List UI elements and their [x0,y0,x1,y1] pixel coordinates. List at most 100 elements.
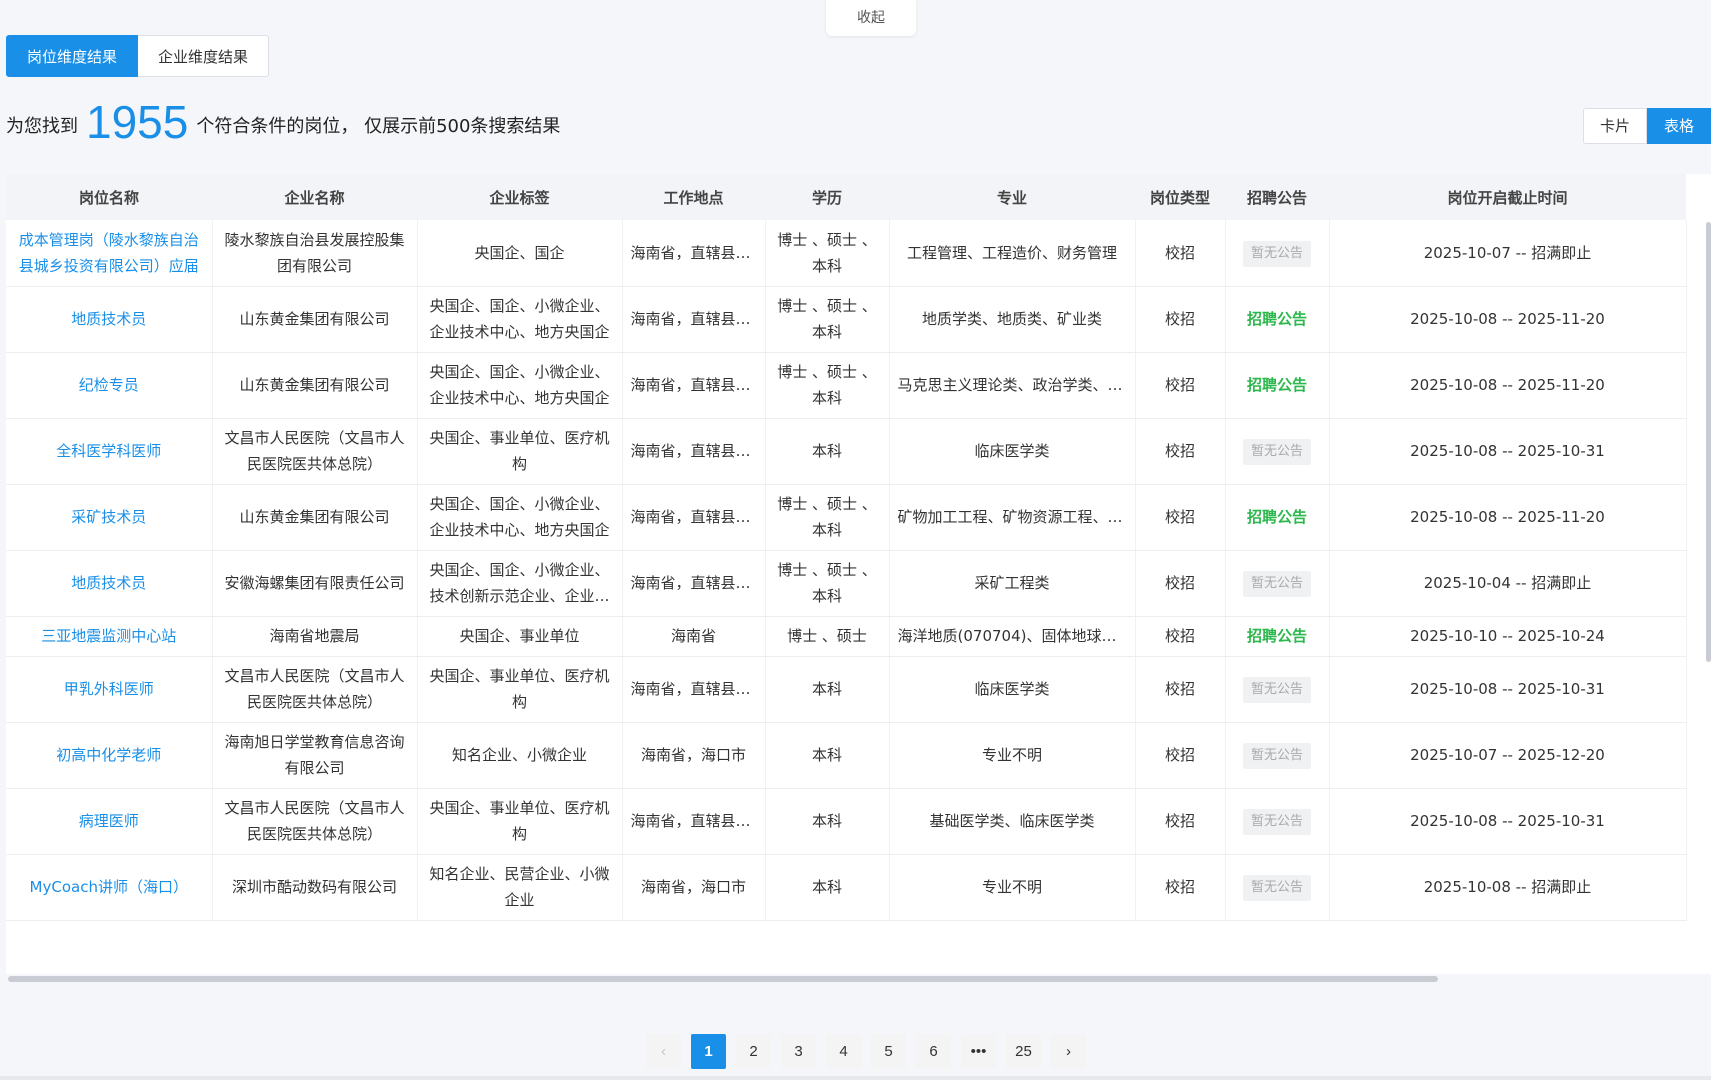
card-view-button[interactable]: 卡片 [1582,108,1647,144]
no-notice-badge: 暂无公告 [1242,875,1311,901]
page-button[interactable]: 1 [691,1034,726,1069]
table-row[interactable]: 三亚地震监测中心站 海南省地震局 央国企、事业单位 海南省 博士 、硕士 海洋地质(070… [6,616,1687,657]
position-name-link[interactable]: 地质技术员 [14,306,204,332]
company-text: 文昌市人民医院（文昌市人民医院医共体总院） [224,429,405,473]
major-cell: 临床医学类 [889,656,1136,723]
tab-company-dimension[interactable]: 企业维度结果 [138,35,270,77]
position-name-link[interactable]: 采矿技术员 [14,504,204,530]
table-row[interactable]: 成本管理岗（陵水黎族自治县城乡投资有限公司）应届 陵水黎族自治县发展控股集团有限公… [6,220,1687,287]
type-cell: 校招 [1135,656,1226,723]
table-row[interactable]: 全科医学科医师 文昌市人民医院（文昌市人民医院医共体总院） 央国企、事业单位、医疗机… [6,418,1687,485]
location-cell: 海南省，直辖县级行政区划 [622,484,766,551]
table-row[interactable]: 甲乳外科医师 文昌市人民医院（文昌市人民医院医共体总院） 央国企、事业单位、医疗机构… [6,656,1687,723]
major-text: 地质学类、地质类、矿业类 [921,310,1102,328]
tags-cell: 知名企业、民营企业、小微企业 [417,854,623,921]
type-cell: 校招 [1135,788,1226,855]
notice-link[interactable]: 招聘公告 [1247,508,1307,526]
type-text: 校招 [1164,376,1195,394]
page-button[interactable]: 4 [826,1034,861,1069]
period-text: 2025-10-10 -- 2025-10-24 [1410,627,1605,645]
tags-text: 知名企业、小微企业 [451,746,587,764]
pagination: ‹ 1 2 3 4 5 6 ••• 25 › [646,1034,1086,1069]
notice-link[interactable]: 招聘公告 [1247,310,1307,328]
major-cell: 地质学类、地质类、矿业类 [889,286,1136,353]
company-text: 陵水黎族自治县发展控股集团有限公司 [224,230,405,275]
company-cell: 海南省地震局 [212,616,418,657]
type-cell: 校招 [1135,550,1226,617]
table-row[interactable]: MyCoach讲师（海口） 深圳市酷动数码有限公司 知名企业、民营企业、小微企业 海南… [6,854,1687,921]
position-name-link[interactable]: 纪检专员 [14,372,204,398]
summary-prefix: 为您找到 [6,116,78,137]
location-cell: 海南省，直辖县级行政区划 [622,220,766,287]
results-table-container: 岗位名称 企业名称 企业标签 工作地点 学历 专业 岗位类型 招聘公告 岗位开启截止时间 成本管… [6,174,1711,974]
location-cell: 海南省，直辖县级行政区划 [622,788,766,855]
period-cell: 2025-10-08 -- 2025-10-31 [1329,656,1687,723]
table-row[interactable]: 地质技术员 安徽海螺集团有限责任公司 央国企、国企、小微企业、技术创新示范企业、企业… [6,550,1687,617]
type-text: 校招 [1164,812,1195,830]
period-cell: 2025-10-08 -- 招满即止 [1329,854,1687,921]
vertical-scrollbar[interactable] [1706,222,1711,662]
column-header: 招聘公告 [1225,174,1329,220]
position-name-link[interactable]: 成本管理岗（陵水黎族自治县城乡投资有限公司）应届 [14,227,204,279]
major-text: 专业不明 [981,746,1042,764]
table-row[interactable]: 地质技术员 山东黄金集团有限公司 央国企、国企、小微企业、企业技术中心、地方央国企 海… [6,286,1687,353]
education-text: 博士 、硕士 、本科 [777,561,877,605]
education-cell: 本科 [765,788,890,855]
position-name-link[interactable]: 地质技术员 [14,570,204,596]
page-button[interactable]: 2 [736,1034,771,1069]
notice-cell: 暂无公告 [1225,220,1330,287]
major-cell: 临床医学类 [889,418,1136,485]
notice-link[interactable]: 招聘公告 [1247,376,1307,394]
table-view-button[interactable]: 表格 [1646,108,1711,144]
page-button[interactable]: 6 [916,1034,951,1069]
type-text: 校招 [1164,627,1195,645]
tags-cell: 央国企、事业单位 [417,616,623,657]
column-header: 工作地点 [622,174,765,220]
prev-page-icon[interactable]: ‹ [646,1034,681,1069]
collapse-button[interactable]: 收起 [826,0,916,36]
period-cell: 2025-10-08 -- 2025-10-31 [1329,788,1687,855]
column-header: 学历 [765,174,889,220]
position-name-link[interactable]: 三亚地震监测中心站 [14,623,204,649]
notice-cell: 暂无公告 [1225,550,1330,617]
period-text: 2025-10-04 -- 招满即止 [1423,574,1592,592]
position-cell: 病理医师 [6,788,213,855]
period-cell: 2025-10-07 -- 招满即止 [1329,220,1687,287]
position-name-link[interactable]: 甲乳外科医师 [14,676,204,702]
position-name-link[interactable]: 病理医师 [14,808,204,834]
company-text: 山东黄金集团有限公司 [239,508,390,526]
table-row[interactable]: 纪检专员 山东黄金集团有限公司 央国企、国企、小微企业、企业技术中心、地方央国企 海南… [6,352,1687,419]
tags-cell: 央国企、国企、小微企业、企业技术中心、地方央国企 [417,286,623,353]
major-cell: 专业不明 [889,722,1136,789]
column-header: 企业标签 [417,174,622,220]
notice-cell: 暂无公告 [1225,418,1330,485]
education-cell: 博士 、硕士 、本科 [765,484,890,551]
type-text: 校招 [1164,574,1195,592]
major-text: 矿物加工工程、矿物资源工程、采矿工程 [897,508,1127,526]
horizontal-scrollbar[interactable] [8,976,1438,982]
tags-text: 央国企、事业单位、医疗机构 [429,667,610,711]
company-cell: 安徽海螺集团有限责任公司 [212,550,418,617]
more-pages-icon[interactable]: ••• [961,1034,996,1069]
table-row[interactable]: 初高中化学老师 海南旭日学堂教育信息咨询有限公司 知名企业、小微企业 海南省，海口市 本… [6,722,1687,789]
notice-link[interactable]: 招聘公告 [1247,627,1307,645]
type-cell: 校招 [1135,286,1226,353]
table-row[interactable]: 采矿技术员 山东黄金集团有限公司 央国企、国企、小微企业、企业技术中心、地方央国企 海… [6,484,1687,551]
next-page-icon[interactable]: › [1051,1034,1086,1069]
page-button[interactable]: 25 [1006,1034,1041,1069]
period-cell: 2025-10-07 -- 2025-12-20 [1329,722,1687,789]
major-text: 工程管理、工程造价、财务管理 [906,243,1117,262]
major-cell: 海洋地质(070704)、固体地球物理学 [889,616,1136,657]
tags-text: 央国企、国企、小微企业、技术创新示范企业、企业技术中心 [429,561,610,605]
page-button[interactable]: 5 [871,1034,906,1069]
page-button[interactable]: 3 [781,1034,816,1069]
column-header: 岗位开启截止时间 [1329,174,1686,220]
position-name-link[interactable]: MyCoach讲师（海口） [14,874,204,900]
table-row[interactable]: 病理医师 文昌市人民医院（文昌市人民医院医共体总院） 央国企、事业单位、医疗机构 海南… [6,788,1687,855]
position-name-link[interactable]: 全科医学科医师 [14,438,204,464]
period-text: 2025-10-07 -- 招满即止 [1423,243,1592,262]
position-cell: 地质技术员 [6,286,213,353]
position-name-link[interactable]: 初高中化学老师 [14,742,204,768]
tab-position-dimension[interactable]: 岗位维度结果 [6,35,139,77]
location-cell: 海南省，直辖县级行政区划 [622,656,766,723]
